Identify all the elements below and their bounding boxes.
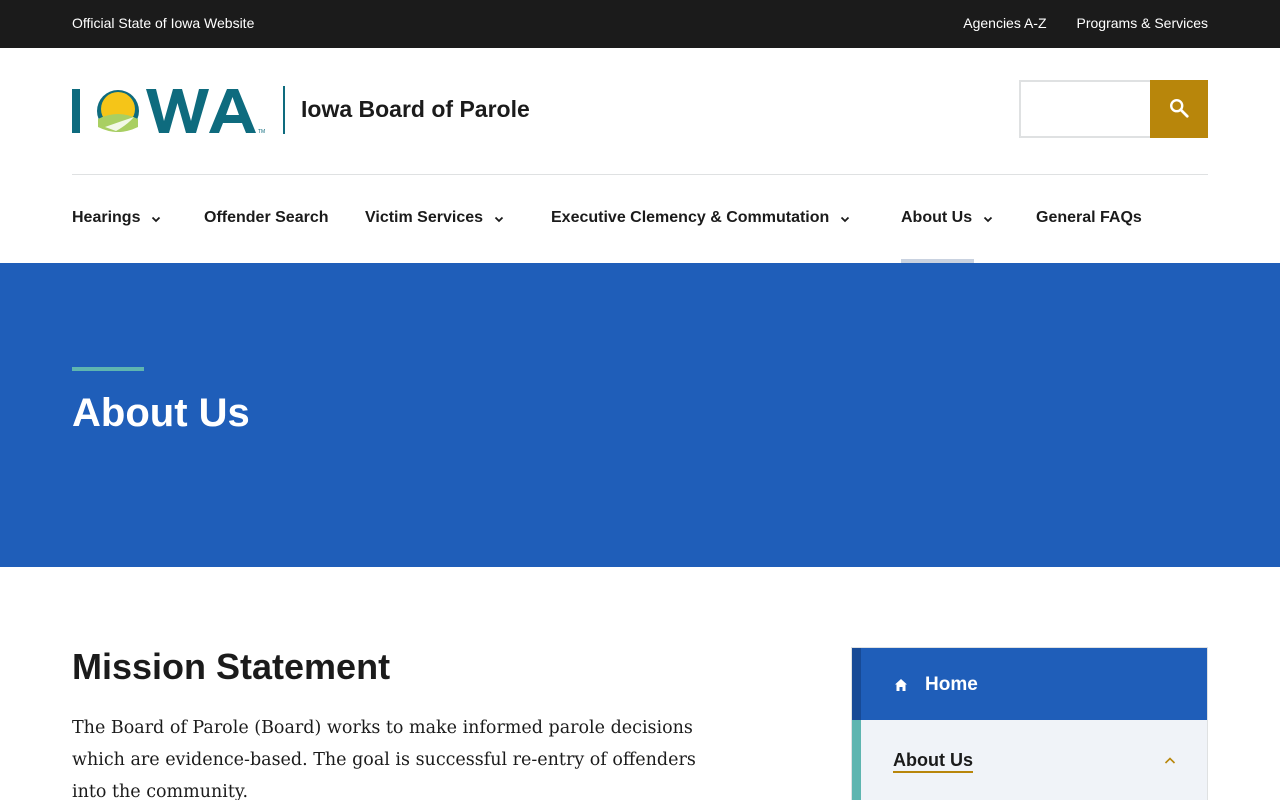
nav-label: Executive Clemency & Commutation — [551, 209, 830, 226]
nav-label: Hearings — [72, 209, 141, 226]
hero-accent-line — [72, 367, 144, 371]
chevron-down-icon — [150, 212, 162, 224]
site-name[interactable]: Iowa Board of Parole — [301, 96, 530, 123]
utility-bar: Official State of Iowa Website Agencies … — [0, 0, 1280, 48]
side-nav: Home About Us — [851, 647, 1208, 800]
site-header: TM Iowa Board of Parole — [0, 48, 1280, 175]
chevron-down-icon — [982, 212, 994, 224]
side-nav-home-bar — [852, 648, 861, 720]
logo-divider — [283, 86, 285, 134]
mission-paragraph: The Board of Parole (Board) works to mak… — [72, 718, 696, 800]
section-heading: Mission Statement — [72, 646, 391, 687]
programs-services-link[interactable]: Programs & Services — [1077, 15, 1208, 31]
iowa-logo[interactable]: TM — [72, 87, 272, 137]
nav-label: Offender Search — [204, 209, 329, 226]
side-nav-current-bar — [852, 720, 861, 800]
nav-offender-search[interactable]: Offender Search — [204, 209, 328, 227]
nav-hearings[interactable]: Hearings — [72, 209, 162, 227]
nav-label: About Us — [901, 209, 973, 226]
chevron-down-icon — [839, 212, 851, 224]
utility-links: Agencies A-Z Programs & Services — [963, 15, 1208, 31]
main-nav: Hearings Offender Search Victim Services… — [0, 175, 1280, 263]
page-title: About Us — [72, 391, 250, 435]
nav-victim-services[interactable]: Victim Services — [365, 209, 505, 227]
svg-text:TM: TM — [258, 129, 265, 135]
nav-general-faqs[interactable]: General FAQs — [1036, 209, 1142, 227]
chevron-down-icon — [493, 212, 505, 224]
side-nav-home[interactable]: Home — [852, 648, 1207, 720]
hero-banner: About Us — [0, 263, 1280, 567]
nav-executive-clemency[interactable]: Executive Clemency & Commutation — [551, 209, 851, 227]
home-icon — [894, 678, 908, 692]
search-icon — [1168, 97, 1190, 122]
side-nav-home-label: Home — [925, 674, 978, 695]
side-nav-current-label: About Us — [893, 750, 973, 770]
nav-label: Victim Services — [365, 209, 484, 226]
search-input[interactable] — [1019, 80, 1151, 138]
nav-label: General FAQs — [1036, 209, 1142, 226]
chevron-up-icon[interactable] — [1163, 754, 1177, 768]
agencies-link[interactable]: Agencies A-Z — [963, 15, 1046, 31]
official-site-label: Official State of Iowa Website — [72, 15, 255, 31]
search-button[interactable] — [1150, 80, 1208, 138]
nav-about-us[interactable]: About Us — [901, 209, 994, 227]
side-nav-about-us[interactable]: About Us — [852, 720, 1207, 800]
